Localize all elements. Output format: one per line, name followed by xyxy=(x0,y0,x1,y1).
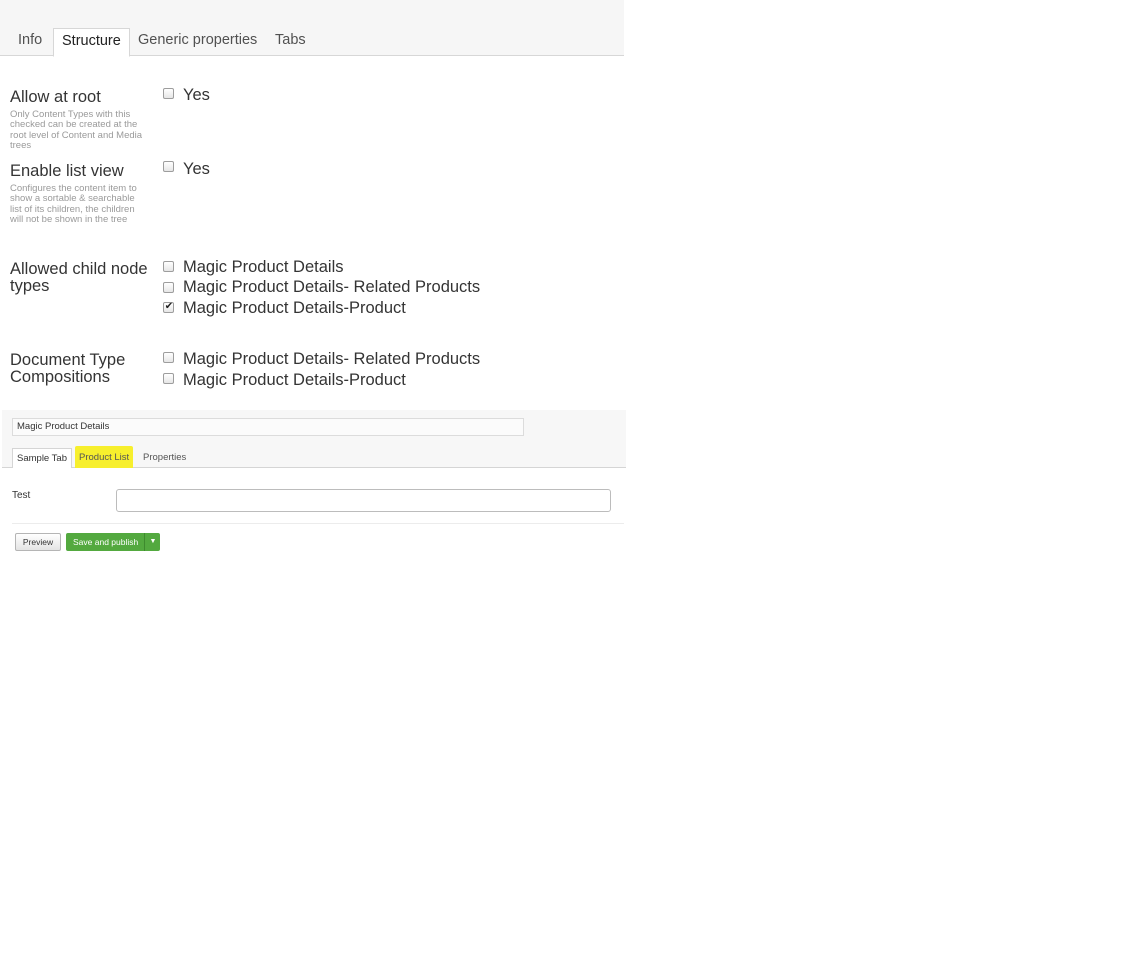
composition-checkbox-2[interactable] xyxy=(163,373,174,384)
child-type-label-3: Magic Product Details-Product xyxy=(183,299,406,317)
enable-list-view-option-label: Yes xyxy=(183,160,210,178)
composition-checkbox-1[interactable] xyxy=(163,352,174,363)
preview-button[interactable]: Preview xyxy=(15,533,61,551)
child-type-checkbox-2[interactable] xyxy=(163,282,174,293)
allowed-child-node-types-label: Allowed child node types xyxy=(10,260,148,295)
caret-down-icon[interactable]: ▼ xyxy=(144,533,161,551)
child-type-label-1: Magic Product Details xyxy=(183,258,344,276)
child-type-checkbox-3[interactable]: ✔ xyxy=(163,301,174,313)
child-type-checkbox-1[interactable] xyxy=(163,261,174,272)
composition-label-2: Magic Product Details-Product xyxy=(183,371,406,389)
save-and-publish-label: Save and publish xyxy=(73,537,139,547)
allow-at-root-label: Allow at root xyxy=(10,88,101,106)
allow-at-root-option-label: Yes xyxy=(183,86,210,104)
enable-list-view-checkbox[interactable] xyxy=(163,161,174,172)
tab-sample-tab[interactable]: Sample Tab xyxy=(12,448,72,470)
tab-structure[interactable]: Structure xyxy=(53,28,130,57)
compositions-label: Document Type Compositions xyxy=(10,351,126,386)
allow-at-root-description: Only Content Types with this checked can… xyxy=(10,109,143,151)
test-field-input[interactable] xyxy=(116,489,611,512)
composition-label-1: Magic Product Details- Related Products xyxy=(183,350,481,368)
divider xyxy=(12,523,624,524)
tab-product-list[interactable]: Product List xyxy=(75,446,134,470)
checkmark-icon: ✔ xyxy=(164,301,174,312)
tab-properties[interactable]: Properties xyxy=(139,448,190,468)
structure-editor: Info Structure Generic properties Tabs A… xyxy=(0,0,624,410)
save-and-publish-button[interactable]: Save and publish ▼ xyxy=(66,533,160,551)
child-type-label-2: Magic Product Details- Related Products xyxy=(183,278,481,296)
tab-generic-properties[interactable]: Generic properties xyxy=(130,28,265,54)
content-preview: Magic Product Details Sample Tab Product… xyxy=(2,410,626,560)
enable-list-view-label: Enable list view xyxy=(10,162,124,180)
content-name-input[interactable]: Magic Product Details xyxy=(12,418,524,436)
enable-list-view-description: Configures the content item to show a so… xyxy=(10,183,137,225)
test-field-label: Test xyxy=(12,490,31,501)
tab-info[interactable]: Info xyxy=(10,28,50,54)
tab-tabs[interactable]: Tabs xyxy=(267,28,314,54)
allow-at-root-checkbox[interactable] xyxy=(163,88,174,99)
